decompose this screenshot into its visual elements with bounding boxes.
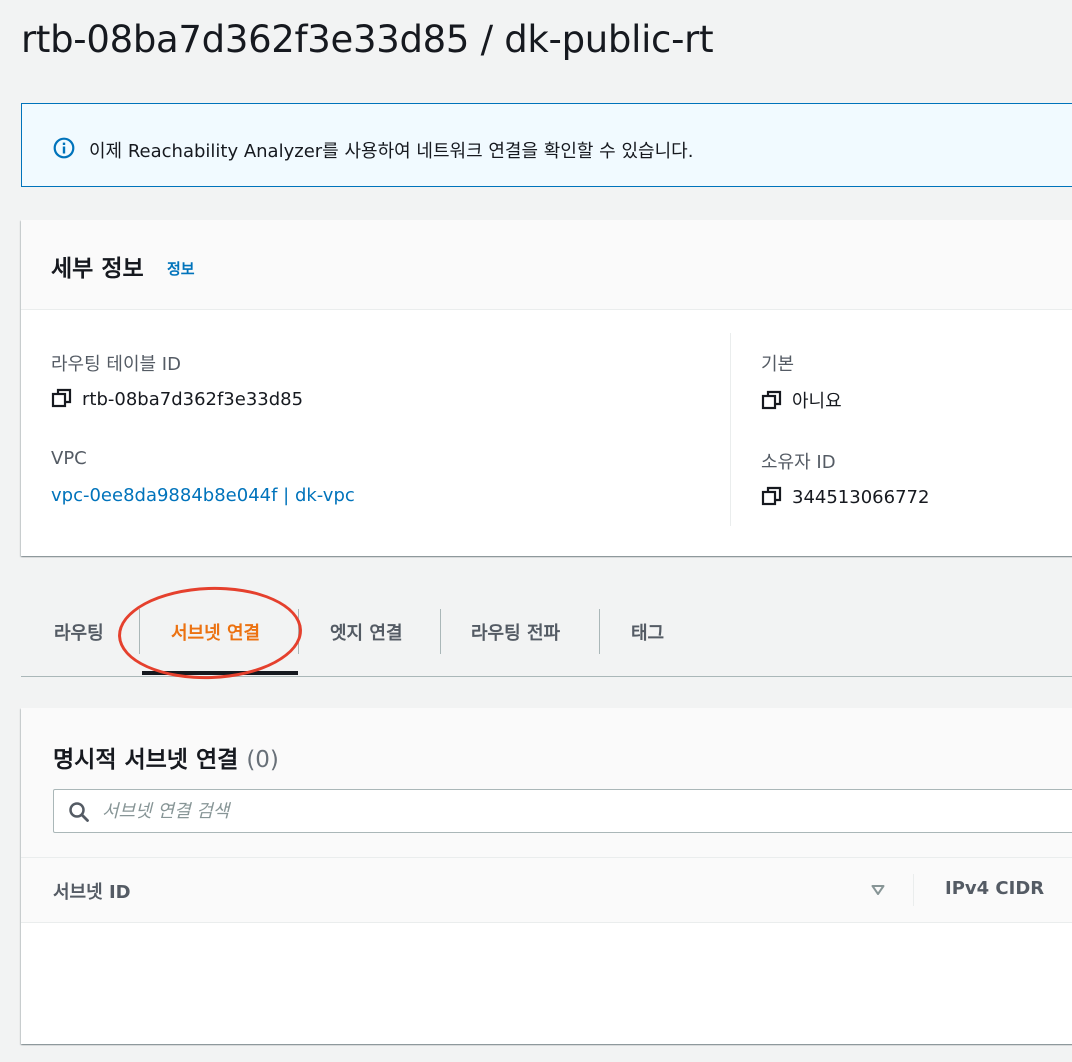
owner-id-value: 344513066772 [761, 485, 929, 508]
info-banner: 이제 Reachability Analyzer를 사용하여 네트워크 연결을 … [21, 103, 1072, 187]
route-table-id-value: rtb-08ba7d362f3e33d85 [51, 387, 303, 410]
search-icon [69, 802, 89, 822]
subnet-panel-title: 명시적 서브넷 연결 (0) [53, 740, 279, 774]
column-header-subnet-id[interactable]: 서브넷 ID [53, 878, 131, 904]
table-header: 서브넷 ID IPv4 CIDR [21, 857, 1072, 923]
route-table-id-text: rtb-08ba7d362f3e33d85 [82, 389, 304, 410]
tab-route-propagation[interactable]: 라우팅 전파 [471, 619, 560, 645]
column-separator [913, 874, 914, 906]
main-label: 기본 [761, 354, 795, 375]
column-divider [730, 333, 731, 526]
tab-separator [599, 609, 600, 654]
copy-icon[interactable] [761, 389, 783, 411]
tab-routes[interactable]: 라우팅 [54, 619, 104, 645]
copy-icon[interactable] [51, 387, 73, 409]
details-panel: 세부 정보 정보 라우팅 테이블 ID rtb-08ba7d362f3e33d8… [21, 220, 1072, 556]
owner-id-text: 344513066772 [792, 487, 930, 508]
tab-edge-associations[interactable]: 엣지 연결 [330, 619, 403, 645]
tab-tags[interactable]: 태그 [631, 619, 664, 645]
subnet-panel-title-text: 명시적 서브넷 연결 [53, 747, 239, 773]
vpc-link[interactable]: vpc-0ee8da9884b8e044f | dk-vpc [51, 485, 355, 506]
sort-down-icon[interactable] [870, 882, 886, 898]
subnet-count: (0) [246, 747, 279, 773]
tab-separator [440, 609, 441, 654]
main-value: 아니요 [761, 387, 842, 413]
banner-text: 이제 Reachability Analyzer를 사용하여 네트워크 연결을 … [89, 141, 694, 162]
page-title: rtb-08ba7d362f3e33d85 / dk-public-rt [21, 18, 714, 61]
info-icon [53, 137, 75, 159]
subnet-panel-header: 명시적 서브넷 연결 (0) [21, 708, 1072, 857]
details-title: 세부 정보 [51, 256, 144, 282]
search-input[interactable] [102, 790, 702, 832]
copy-icon[interactable] [761, 485, 783, 507]
route-table-id-label: 라우팅 테이블 ID [51, 354, 181, 375]
column-header-ipv4-cidr[interactable]: IPv4 CIDR [945, 878, 1044, 899]
subnet-associations-panel: 명시적 서브넷 연결 (0) 서브넷 ID IPv4 CIDR [21, 708, 1072, 1044]
owner-id-label: 소유자 ID [761, 452, 836, 473]
search-box [53, 789, 1072, 833]
vpc-label: VPC [51, 448, 87, 469]
info-link[interactable]: 정보 [167, 258, 195, 279]
details-header: 세부 정보 정보 [21, 220, 1072, 310]
main-value-text: 아니요 [792, 391, 842, 412]
